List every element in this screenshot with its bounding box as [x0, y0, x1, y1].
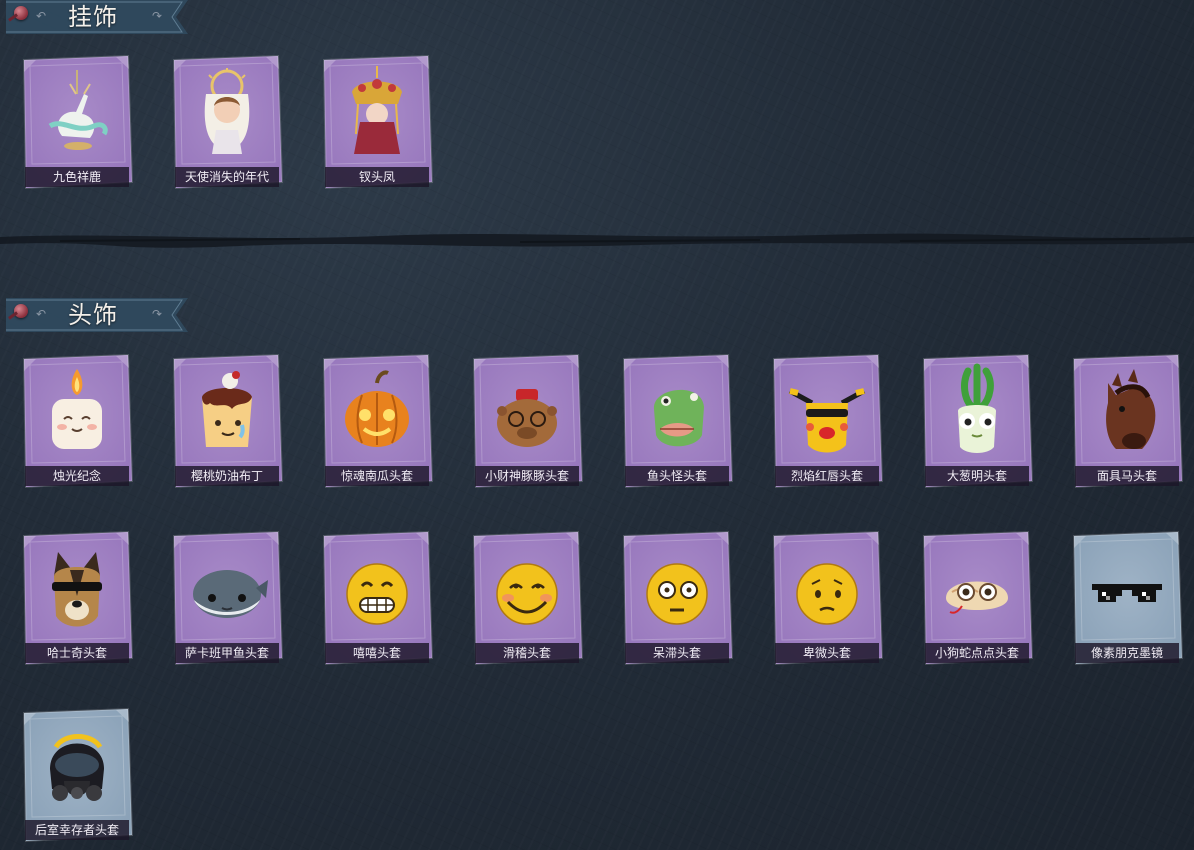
- item-name: 后室幸存者头套: [34, 823, 119, 837]
- pumpkin-head-icon: [332, 363, 422, 463]
- label-bar: 九色祥鹿: [25, 167, 129, 187]
- item-name: 鱼头怪头套: [646, 469, 707, 483]
- item-name: 天使消失的年代: [184, 170, 269, 184]
- swirl-left-icon: ↶: [35, 307, 47, 321]
- item-card[interactable]: 烛光纪念: [20, 353, 134, 491]
- gas-mask-helmet-icon: [32, 717, 122, 817]
- swirl-left-icon: ↶: [35, 9, 47, 23]
- item-card[interactable]: 面具马头套: [1070, 353, 1184, 491]
- label-bar: 钗头凤: [325, 167, 429, 187]
- label-bar: 萨卡班甲鱼头套: [175, 643, 279, 663]
- fish-head-icon: [632, 363, 722, 463]
- label-bar: 天使消失的年代: [175, 167, 279, 187]
- item-card[interactable]: 嘻嘻头套: [320, 530, 434, 668]
- husky-head-icon: [32, 540, 122, 640]
- sacabambaspis-head-icon: [182, 540, 272, 640]
- item-name: 烈焰红唇头套: [790, 469, 863, 483]
- item-card[interactable]: 小财神豚豚头套: [470, 353, 584, 491]
- label-bar: 烈焰红唇头套: [775, 466, 879, 486]
- item-card[interactable]: 滑稽头套: [470, 530, 584, 668]
- label-bar: 哈士奇头套: [25, 643, 129, 663]
- scallion-head-icon: [932, 363, 1022, 463]
- item-name: 烛光纪念: [52, 469, 101, 483]
- label-bar: 惊魂南瓜头套: [325, 466, 429, 486]
- item-card[interactable]: 大葱明头套: [920, 353, 1034, 491]
- item-card[interactable]: 惊魂南瓜头套: [320, 353, 434, 491]
- label-bar: 嘻嘻头套: [325, 643, 429, 663]
- item-name: 惊魂南瓜头套: [340, 469, 413, 483]
- item-name: 大葱明头套: [946, 469, 1007, 483]
- item-card[interactable]: 九色祥鹿: [20, 54, 134, 192]
- item-name: 嘻嘻头套: [352, 646, 401, 660]
- label-bar: 小财神豚豚头套: [475, 466, 579, 486]
- label-bar: 小狗蛇点点头套: [925, 643, 1029, 663]
- item-name: 呆滞头套: [652, 646, 701, 660]
- item-card[interactable]: 哈士奇头套: [20, 530, 134, 668]
- label-bar: 呆滞头套: [625, 643, 729, 663]
- pushpin-icon: [14, 6, 28, 20]
- item-name: 小狗蛇点点头套: [934, 646, 1019, 660]
- label-bar: 后室幸存者头套: [25, 820, 129, 840]
- dazed-emoji-head-icon: [632, 540, 722, 640]
- section-title: 头饰: [68, 301, 118, 329]
- item-name: 面具马头套: [1096, 469, 1157, 483]
- horse-head-icon: [1082, 363, 1172, 463]
- label-bar: 鱼头怪头套: [625, 466, 729, 486]
- label-bar: 面具马头套: [1075, 466, 1179, 486]
- candle-icon: [32, 363, 122, 463]
- item-name: 卑微头套: [802, 646, 851, 660]
- item-name: 萨卡班甲鱼头套: [184, 646, 269, 660]
- capybara-head-icon: [482, 363, 572, 463]
- section-banner-pendants: ↶ ↷ 挂饰: [6, 0, 188, 34]
- grin-emoji-head-icon: [332, 540, 422, 640]
- swirl-right-icon: ↷: [151, 9, 163, 23]
- item-name: 小财神豚豚头套: [484, 469, 569, 483]
- item-name: 哈士奇头套: [46, 646, 107, 660]
- item-name: 樱桃奶油布丁: [190, 469, 263, 483]
- item-card[interactable]: 樱桃奶油布丁: [170, 353, 284, 491]
- label-bar: 卑微头套: [775, 643, 879, 663]
- label-bar: 滑稽头套: [475, 643, 579, 663]
- item-name: 滑稽头套: [502, 646, 551, 660]
- item-card[interactable]: 天使消失的年代: [170, 54, 284, 192]
- item-card[interactable]: 小狗蛇点点头套: [920, 530, 1034, 668]
- item-name: 九色祥鹿: [52, 170, 101, 184]
- swirl-right-icon: ↷: [151, 307, 163, 321]
- item-card[interactable]: 像素朋克墨镜: [1070, 530, 1184, 668]
- funny-emoji-head-icon: [482, 540, 572, 640]
- label-bar: 樱桃奶油布丁: [175, 466, 279, 486]
- pudding-icon: [182, 363, 272, 463]
- item-card[interactable]: 呆滞头套: [620, 530, 734, 668]
- pushpin-icon: [14, 304, 28, 318]
- phoenix-crown-pendant-icon: [332, 64, 422, 164]
- label-bar: 像素朋克墨镜: [1075, 643, 1179, 663]
- pixel-sunglasses-icon: [1082, 540, 1172, 640]
- section-title: 挂饰: [68, 3, 118, 31]
- deer-pendant-icon: [32, 64, 122, 164]
- angel-doll-pendant-icon: [182, 64, 272, 164]
- label-bar: 烛光纪念: [25, 466, 129, 486]
- item-name: 钗头凤: [358, 170, 395, 184]
- item-card[interactable]: 烈焰红唇头套: [770, 353, 884, 491]
- label-bar: 大葱明头套: [925, 466, 1029, 486]
- item-name: 像素朋克墨镜: [1090, 646, 1163, 660]
- section-divider: [0, 233, 1194, 248]
- snake-head-icon: [932, 540, 1022, 640]
- pleading-emoji-head-icon: [782, 540, 872, 640]
- section-banner-headwear: ↶ ↷ 头饰: [6, 298, 188, 332]
- item-card[interactable]: 鱼头怪头套: [620, 353, 734, 491]
- item-card[interactable]: 后室幸存者头套: [20, 707, 134, 845]
- item-card[interactable]: 卑微头套: [770, 530, 884, 668]
- item-card[interactable]: 萨卡班甲鱼头套: [170, 530, 284, 668]
- yellow-mask-icon: [782, 363, 872, 463]
- item-card[interactable]: 钗头凤: [320, 54, 434, 192]
